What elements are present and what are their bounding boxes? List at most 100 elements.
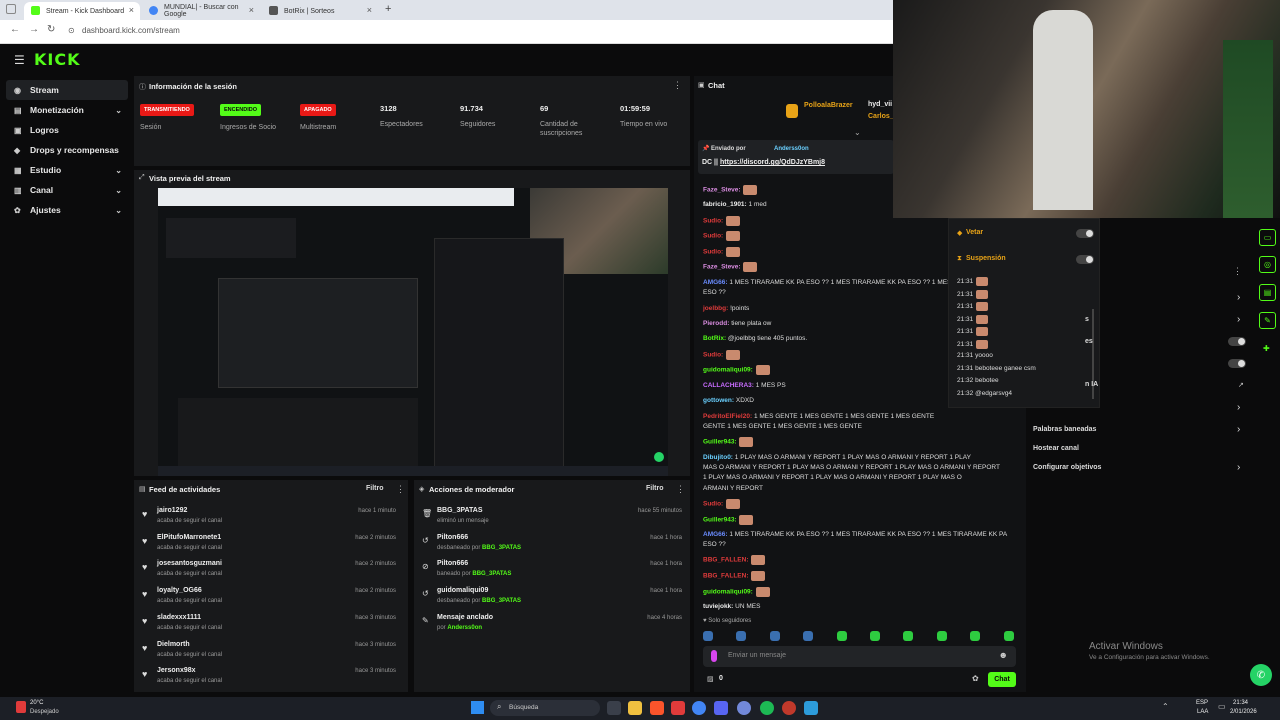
- chat-username[interactable]: BBG_FALLEN:: [703, 573, 749, 580]
- menu-item-set-goals[interactable]: Configurar objetivos: [1033, 464, 1101, 471]
- tab-menu-icon[interactable]: [6, 4, 16, 14]
- chat-username[interactable]: AMG66:: [703, 279, 728, 286]
- chat-input[interactable]: Enviar un mensaje ☻: [703, 646, 1016, 667]
- chat-username[interactable]: guidomaliqui09:: [703, 367, 753, 374]
- sidebar-item-drops[interactable]: ◆ Drops y recompensas: [6, 140, 128, 160]
- chat-username[interactable]: Sudio:: [703, 233, 723, 240]
- task-view-icon[interactable]: [607, 701, 621, 715]
- app2-icon[interactable]: [804, 701, 818, 715]
- mod-action-user[interactable]: Pilton666: [437, 534, 468, 541]
- weather-temp[interactable]: 20°C: [30, 700, 43, 706]
- emote-icon[interactable]: [803, 631, 814, 641]
- pinned-link[interactable]: https://discord.gg/QdDJzYBmj8: [720, 159, 825, 166]
- reload-icon[interactable]: ↻: [47, 24, 55, 35]
- chat-message[interactable]: Faze_Steve:: [703, 262, 758, 273]
- mod-action-user[interactable]: BBG_3PATAS: [437, 507, 483, 514]
- rail-broadcast-icon[interactable]: ◎: [1259, 256, 1276, 273]
- chat-message[interactable]: gottowen: XDXD: [703, 396, 754, 406]
- more-options-icon[interactable]: ⋮: [1233, 266, 1242, 277]
- menu-item-partial-1[interactable]: s: [1085, 316, 1089, 323]
- chat-username[interactable]: gottowen:: [703, 397, 734, 404]
- sidebar-item-canal[interactable]: ▥ Canal ⌄: [6, 180, 128, 200]
- top-user-2[interactable]: hyd_vii: [868, 101, 892, 108]
- chat-message[interactable]: BBG_FALLEN:: [703, 555, 766, 566]
- chat-message[interactable]: PedritoElFiel20: 1 MES GENTE 1 MES GENTE…: [703, 412, 934, 422]
- chat-username[interactable]: BBG_FALLEN:: [703, 557, 749, 564]
- chat-username[interactable]: Sudio:: [703, 249, 723, 256]
- emote-icon[interactable]: [870, 631, 880, 641]
- chat-message[interactable]: Sudio:: [703, 499, 741, 510]
- chat-username[interactable]: Sudio:: [703, 501, 723, 508]
- menu-item-partial-3[interactable]: n IA: [1085, 381, 1098, 388]
- spotify-icon[interactable]: [760, 701, 774, 715]
- chat-username[interactable]: PedritoElFiel20:: [703, 413, 752, 420]
- whatsapp-icon[interactable]: ✆: [1250, 664, 1272, 686]
- mod-action-by[interactable]: BBG_3PATAS: [482, 545, 521, 551]
- chat-message[interactable]: BotRix: @joelbbg tiene 405 puntos.: [703, 334, 807, 344]
- points-icon[interactable]: ▨: [707, 675, 714, 683]
- collapse-icon[interactable]: ⌄: [854, 128, 861, 137]
- clock-time[interactable]: 21:34: [1233, 700, 1248, 706]
- feed-row[interactable]: ♥ josesantosguzmani acaba de seguir el can…: [134, 560, 404, 587]
- emote-icon[interactable]: [1003, 631, 1014, 641]
- mod-action-user[interactable]: guidomaliqui09: [437, 587, 488, 594]
- rail-clipboard-icon[interactable]: ▤: [1259, 284, 1276, 301]
- feed-row[interactable]: ♥ sladexxx1111 acaba de seguir el canal hac…: [134, 614, 404, 641]
- sidebar-item-ajustes[interactable]: ✿ Ajustes ⌄: [6, 200, 128, 220]
- network-icon[interactable]: ▭: [1218, 702, 1226, 711]
- chat-username[interactable]: Dibujito0:: [703, 454, 733, 461]
- site-info-icon[interactable]: ⊙: [68, 26, 75, 35]
- emote-icon[interactable]: [736, 631, 747, 641]
- chat-username[interactable]: Sudio:: [703, 218, 723, 225]
- rail-mod-icon[interactable]: ✚: [1263, 344, 1270, 353]
- menu-item-partial-2[interactable]: es: [1085, 338, 1093, 345]
- language-indicator[interactable]: ESP: [1196, 700, 1208, 706]
- chat-username[interactable]: CALLACHERA3:: [703, 382, 754, 389]
- chat-username[interactable]: Pierodd:: [703, 320, 729, 327]
- chat-message[interactable]: GENTE 1 MES GENTE 1 MES GENTE 1 MES GENT…: [703, 422, 862, 432]
- chat-username[interactable]: fabricio_1901:: [703, 201, 747, 208]
- mod-action-row[interactable]: 🗑 BBG_3PATAS eliminó un mensaje hace 55 mi…: [414, 507, 690, 534]
- chat-message[interactable]: ESO ??: [703, 540, 726, 550]
- feed-filter-button[interactable]: Filtro: [366, 485, 384, 492]
- chat-message[interactable]: Guiller943:: [703, 437, 754, 448]
- chat-message[interactable]: joelbbg: !points: [703, 304, 749, 314]
- sidebar-item-stream[interactable]: ◉ Stream: [6, 80, 128, 100]
- chat-message[interactable]: Guiller943:: [703, 515, 754, 526]
- chat-message[interactable]: tuviejokk: UN MES: [703, 602, 760, 612]
- more-options-icon[interactable]: ⋮: [396, 484, 405, 495]
- discord-icon[interactable]: [737, 701, 751, 715]
- chat-username[interactable]: joelbbg:: [703, 305, 728, 312]
- setting-toggle[interactable]: [1228, 359, 1246, 368]
- emote-icon[interactable]: [970, 631, 981, 641]
- close-icon[interactable]: ×: [249, 5, 254, 15]
- feed-row[interactable]: ♥ Jersonx98x acaba de seguir el canal hace …: [134, 667, 404, 694]
- chat-username[interactable]: Sudio:: [703, 352, 723, 359]
- kick-logo[interactable]: KICK: [34, 50, 81, 69]
- chat-username[interactable]: guidomaliqui09:: [703, 589, 753, 596]
- emoji-icon[interactable]: ☻: [999, 650, 1008, 660]
- vetar-toggle[interactable]: [1076, 229, 1094, 238]
- new-tab-icon[interactable]: +: [385, 3, 391, 15]
- top-user-1[interactable]: PolloalaBrazer: [804, 102, 853, 109]
- app-icon[interactable]: [671, 701, 685, 715]
- mod-action-by[interactable]: Anderss0on: [447, 625, 482, 631]
- chat-message[interactable]: Sudio:: [703, 350, 741, 361]
- mod-action-user[interactable]: Pilton666: [437, 560, 468, 567]
- external-link-icon[interactable]: ↗: [1238, 381, 1244, 389]
- mod-action-row[interactable]: ↺ guidomaliqui09 desbaneado por BBG_3PATAS…: [414, 587, 690, 614]
- feed-row[interactable]: ♥ Dielmorth acaba de seguir el canal hace 3…: [134, 641, 404, 668]
- sidebar-item-estudio[interactable]: ▦ Estudio ⌄: [6, 160, 128, 180]
- mod-action-by[interactable]: BBG_3PATAS: [472, 571, 511, 577]
- chat-username[interactable]: Guiller943:: [703, 517, 737, 524]
- browser-tab-kick[interactable]: Stream - Kick Dashboard ×: [24, 2, 140, 20]
- menu-item-host-channel[interactable]: Hostear canal: [1033, 445, 1079, 452]
- windows-start-icon[interactable]: [471, 701, 484, 714]
- chat-username[interactable]: tuviejokk:: [703, 603, 733, 610]
- send-chat-button[interactable]: Chat: [988, 672, 1016, 687]
- chat-message[interactable]: fabricio_1901: 1 med: [703, 200, 767, 210]
- chat-username[interactable]: AMG66:: [703, 531, 728, 538]
- stream-video[interactable]: [158, 188, 668, 476]
- expand-icon[interactable]: ⤢: [139, 174, 145, 182]
- back-arrow-icon[interactable]: ←: [10, 24, 20, 35]
